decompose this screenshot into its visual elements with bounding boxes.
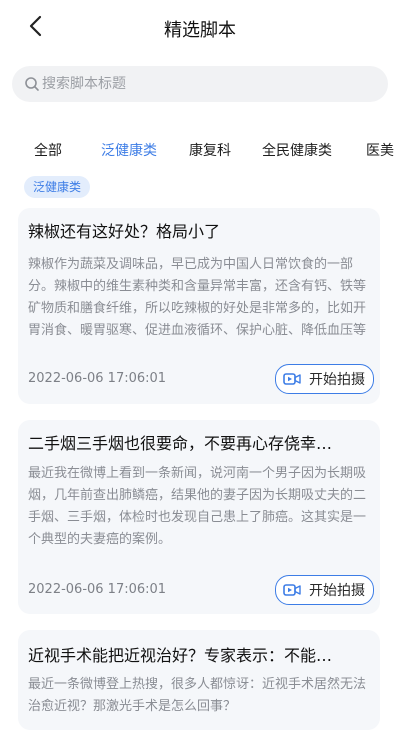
card-title: 辣椒还有这好处？格局小了 <box>28 222 221 241</box>
selected-category-chip[interactable]: 泛健康类 <box>24 176 91 198</box>
page-title: 精选脚本 <box>164 20 236 41</box>
card-excerpt: 辣椒作为蔬菜及调味品，早已成为中国人日常饮食的一部分。辣椒中的维生素种类和含量异… <box>28 257 367 338</box>
start-shooting-label: 开始拍摄 <box>309 583 365 599</box>
start-shooting-button[interactable]: 开始拍摄 <box>275 364 374 394</box>
start-shooting-button[interactable]: 开始拍摄 <box>275 575 374 605</box>
script-card[interactable]: 近视手术能把近视治好？专家表示：不能… 最近一条微博登上热搜，很多人都惊讶：近视… <box>18 630 380 730</box>
tab-all[interactable]: 全部 <box>34 140 62 160</box>
category-tabs: 全部 泛健康类 康复科 全民健康类 医美 <box>0 136 400 166</box>
search-icon <box>25 77 39 91</box>
card-title: 近视手术能把近视治好？专家表示：不能… <box>28 646 333 665</box>
card-date: 2022-06-06 17:06:01 <box>28 371 167 386</box>
tab-general-health[interactable]: 泛健康类 <box>101 140 157 160</box>
tab-medical-beauty[interactable]: 医美 <box>366 140 394 160</box>
tab-rehabilitation[interactable]: 康复科 <box>189 140 231 160</box>
card-excerpt: 最近我在微博上看到一条新闻，说河南一个男子因为长期吸烟，几年前查出肺鳞癌，结果他… <box>28 466 367 547</box>
video-camera-icon <box>283 584 301 596</box>
video-camera-icon <box>283 373 301 385</box>
search-bar[interactable] <box>12 66 388 102</box>
card-excerpt: 最近一条微博登上热搜，很多人都惊讶：近视手术居然无法治愈近视？那激光手术是怎么回… <box>28 677 367 714</box>
script-card[interactable]: 辣椒还有这好处？格局小了 辣椒作为蔬菜及调味品，早已成为中国人日常饮食的一部分。… <box>18 208 380 404</box>
tab-public-health[interactable]: 全民健康类 <box>262 140 332 160</box>
card-date: 2022-06-06 17:06:01 <box>28 582 167 597</box>
nav-bar: 精选脚本 <box>0 0 400 54</box>
search-input[interactable] <box>40 76 362 92</box>
script-card[interactable]: 二手烟三手烟也很要命，不要再心存侥幸… 最近我在微博上看到一条新闻，说河南一个男… <box>18 420 380 614</box>
start-shooting-label: 开始拍摄 <box>309 372 365 388</box>
card-title: 二手烟三手烟也很要命，不要再心存侥幸… <box>28 434 333 453</box>
